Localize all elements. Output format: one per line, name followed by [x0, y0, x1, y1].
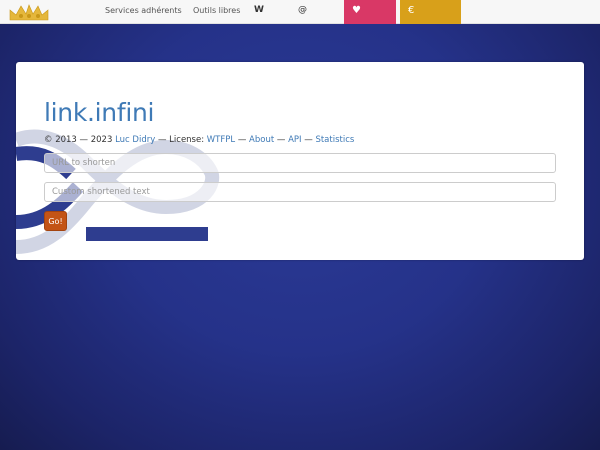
custom-text-input[interactable]: [44, 182, 556, 202]
nav-outils-libres[interactable]: Outils libres: [193, 6, 240, 15]
top-navbar: Services adhérents Outils libres W @ ♥ €: [0, 0, 600, 24]
page-title: link.infini: [44, 98, 155, 127]
url-input[interactable]: [44, 153, 556, 173]
author-link[interactable]: Luc Didry: [115, 135, 155, 145]
nav-services-adherents[interactable]: Services adhérents: [105, 6, 182, 15]
separator: —: [274, 135, 289, 145]
crown-logo-icon[interactable]: [8, 4, 50, 22]
api-link[interactable]: API: [288, 135, 301, 145]
go-button[interactable]: Go!: [44, 211, 67, 231]
contact-at-icon[interactable]: @: [298, 5, 307, 15]
donate-euro-button[interactable]: €: [400, 0, 461, 24]
support-heart-button[interactable]: ♥: [344, 0, 396, 24]
separator: —: [235, 135, 250, 145]
statistics-link[interactable]: Statistics: [315, 135, 354, 145]
license-link[interactable]: WTFPL: [207, 135, 235, 145]
heart-icon: ♥: [352, 5, 361, 16]
shortener-panel: link.infini © 2013 — 2023 Luc Didry — Li…: [16, 62, 584, 260]
wiki-icon[interactable]: W: [254, 5, 264, 15]
about-link[interactable]: About: [249, 135, 274, 145]
license-prefix: — License:: [155, 135, 207, 145]
copyright-text: © 2013 — 2023: [44, 135, 116, 145]
credits-line: © 2013 — 2023 Luc Didry — License: WTFPL…: [44, 135, 354, 145]
separator: —: [301, 135, 316, 145]
euro-icon: €: [408, 5, 415, 16]
